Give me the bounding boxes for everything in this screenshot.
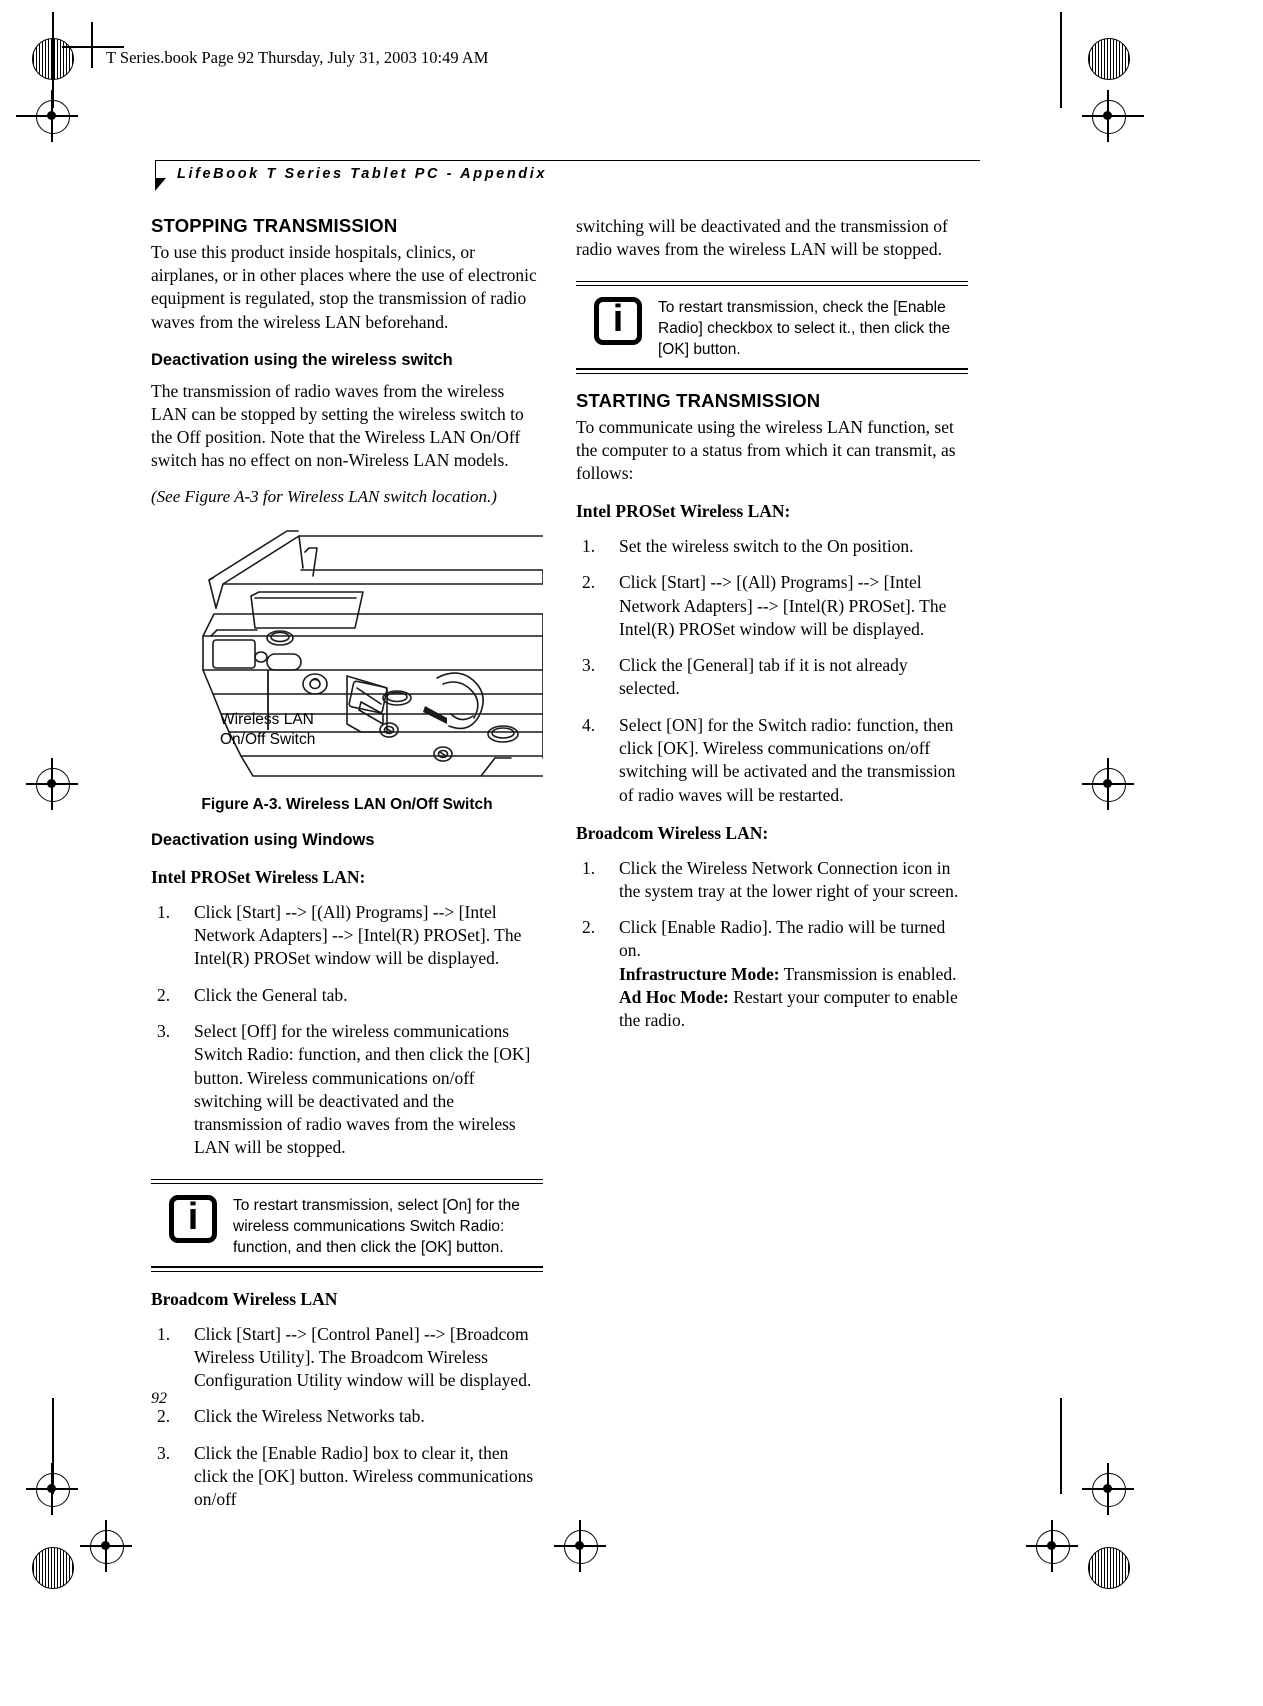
info-icon-glyph: i <box>612 297 624 340</box>
left-column: STOPPING TRANSMISSION To use this produc… <box>151 215 544 1524</box>
crosshair-dot <box>1103 1484 1112 1493</box>
page-number: 92 <box>151 1390 167 1407</box>
lead-broadcom-start: Broadcom Wireless LAN: <box>576 822 769 843</box>
list-item-text: Select [ON] for the Switch radio: functi… <box>619 714 956 805</box>
list-number: 2. <box>157 984 171 1005</box>
subheading-deactivation-wireless-switch: Deactivation using the wireless switch <box>151 350 453 369</box>
lead-broadcom: Broadcom Wireless LAN <box>151 1288 338 1309</box>
figure-wireless-lan-switch: Wireless LAN On/Off Switch <box>151 518 544 790</box>
mode-label-infrastructure: Infrastructure Mode: <box>619 963 780 984</box>
paragraph-continued: switching will be deactivated and the tr… <box>576 216 948 260</box>
note-text: To restart transmission, select [On] for… <box>233 1196 520 1256</box>
lead-intel-proset: Intel PROSet Wireless LAN: <box>151 867 366 888</box>
list-item: 2. Click the General tab. <box>151 984 543 1007</box>
list-item: 3. Select [Off] for the wireless communic… <box>151 1020 543 1160</box>
mode-label-adhoc: Ad Hoc Mode: <box>619 986 729 1007</box>
list-number: 3. <box>157 1442 171 1463</box>
list-item: 2. Click the Wireless Networks tab. <box>151 1405 543 1428</box>
crosshair-dot <box>1103 779 1112 788</box>
list-item: 1. Set the wireless switch to the On posi… <box>576 535 968 558</box>
list-item: 2. Click [Start] --> [(All) Programs] -->… <box>576 571 968 641</box>
right-column: switching will be deactivated and the tr… <box>576 215 968 1045</box>
header-triangle-icon <box>155 178 166 191</box>
list-item: 1. Click [Start] --> [Control Panel] --> … <box>151 1323 543 1393</box>
list-item-text: Click [Start] --> [(All) Programs] --> [… <box>194 901 522 969</box>
figure-caption: Figure A-3. Wireless LAN On/Off Switch <box>201 796 493 814</box>
figure-reference: (See Figure A-3 for Wireless LAN switch … <box>151 486 497 506</box>
info-icon-glyph: i <box>187 1195 199 1238</box>
running-head: LifeBook T Series Tablet PC - Appendix <box>177 166 548 182</box>
list-item-text: Click the [General] tab if it is not alr… <box>619 655 908 699</box>
registration-mark-bottom-right <box>1088 1547 1130 1589</box>
list-item-text: Click the Wireless Networks tab. <box>194 1406 425 1427</box>
list-item: 3. Click the [General] tab if it is not a… <box>576 654 968 701</box>
list-item: 3. Click the [Enable Radio] box to clear … <box>151 1442 543 1512</box>
header-rule <box>155 160 980 161</box>
crop-mark <box>16 115 56 117</box>
list-item-text: Click [Enable Radio]. The radio will be … <box>619 917 946 961</box>
list-item-text: Select [Off] for the wireless communicat… <box>194 1020 531 1158</box>
section-heading-starting-transmission: STARTING TRANSMISSION <box>576 389 821 411</box>
paragraph-wireless-switch: The transmission of radio waves from the… <box>151 380 524 471</box>
list-intel-start-steps: 1. Set the wireless switch to the On posi… <box>576 535 968 807</box>
list-item-text: Click [Start] --> [(All) Programs] --> [… <box>619 572 947 639</box>
list-number: 2. <box>157 1406 171 1427</box>
callout-label-line-1: Wireless LAN <box>220 711 314 729</box>
list-number: 1. <box>582 857 596 878</box>
registration-mark-bottom-left <box>32 1547 74 1589</box>
list-item-text: Click [Start] --> [Control Panel] --> [B… <box>194 1323 532 1391</box>
crop-mark <box>52 1398 54 1494</box>
crosshair-dot <box>575 1541 584 1550</box>
list-number: 2. <box>582 917 596 938</box>
note-text: To restart transmission, check the [Enab… <box>658 298 951 358</box>
list-broadcom-deactivation-steps: 1. Click [Start] --> [Control Panel] --> … <box>151 1323 543 1512</box>
mode-text-infrastructure: Transmission is enabled. <box>779 963 957 984</box>
list-item: 1. Click [Start] --> [(All) Programs] -->… <box>151 901 543 971</box>
stamp-vertical-rule <box>91 22 93 68</box>
crop-mark <box>1060 12 1062 108</box>
list-item-text: Click the Wireless Network Connection ic… <box>619 857 959 901</box>
paragraph-intro: To use this product inside hospitals, cl… <box>151 241 537 332</box>
list-number: 1. <box>582 536 596 557</box>
list-item-text: Set the wireless switch to the On positi… <box>619 536 914 557</box>
list-number: 1. <box>157 1323 171 1344</box>
callout-label-wireless-switch: Wireless LAN On/Off Switch <box>220 710 315 750</box>
section-heading-stopping-transmission: STOPPING TRANSMISSION <box>151 215 398 236</box>
lead-intel-proset-start: Intel PROSet Wireless LAN: <box>576 501 791 522</box>
list-item: 4. Select [ON] for the Switch radio: func… <box>576 714 968 807</box>
list-number: 4. <box>582 714 596 735</box>
list-number: 1. <box>157 901 171 922</box>
info-icon: i <box>169 1194 217 1243</box>
list-number: 3. <box>157 1020 171 1041</box>
crop-mark <box>1104 115 1144 117</box>
registration-mark-top-right <box>1088 38 1130 80</box>
list-number: 3. <box>582 655 596 676</box>
list-item-text: Click the General tab. <box>194 984 348 1005</box>
list-intel-deactivation-steps: 1. Click [Start] --> [(All) Programs] -->… <box>151 901 543 1160</box>
list-number: 2. <box>582 572 596 593</box>
list-item: 2. Click [Enable Radio]. The radio will … <box>576 916 968 1032</box>
list-broadcom-start-steps: 1. Click the Wireless Network Connection… <box>576 857 968 1033</box>
file-stamp: T Series.book Page 92 Thursday, July 31,… <box>106 48 489 67</box>
crosshair-dot <box>1047 1541 1056 1550</box>
callout-label-line-2: On/Off Switch <box>220 731 316 749</box>
list-item: 1. Click the Wireless Network Connection… <box>576 857 968 904</box>
note-box-restart-transmission: i To restart transmission, select [On] f… <box>151 1178 543 1272</box>
note-box-restart-transmission-broadcom: i To restart transmission, check the [En… <box>576 280 968 374</box>
crop-mark <box>1060 1398 1062 1494</box>
info-icon: i <box>594 296 642 345</box>
paragraph-starting-intro: To communicate using the wireless LAN fu… <box>576 416 956 484</box>
crop-mark <box>52 12 54 108</box>
crosshair-dot <box>47 779 56 788</box>
laptop-side-illustration <box>202 530 544 778</box>
subheading-deactivation-windows: Deactivation using Windows <box>151 831 375 850</box>
document-page: T Series.book Page 92 Thursday, July 31,… <box>0 0 1263 1706</box>
list-item-text: Click the [Enable Radio] box to clear it… <box>194 1442 534 1510</box>
crosshair-dot <box>101 1541 110 1550</box>
